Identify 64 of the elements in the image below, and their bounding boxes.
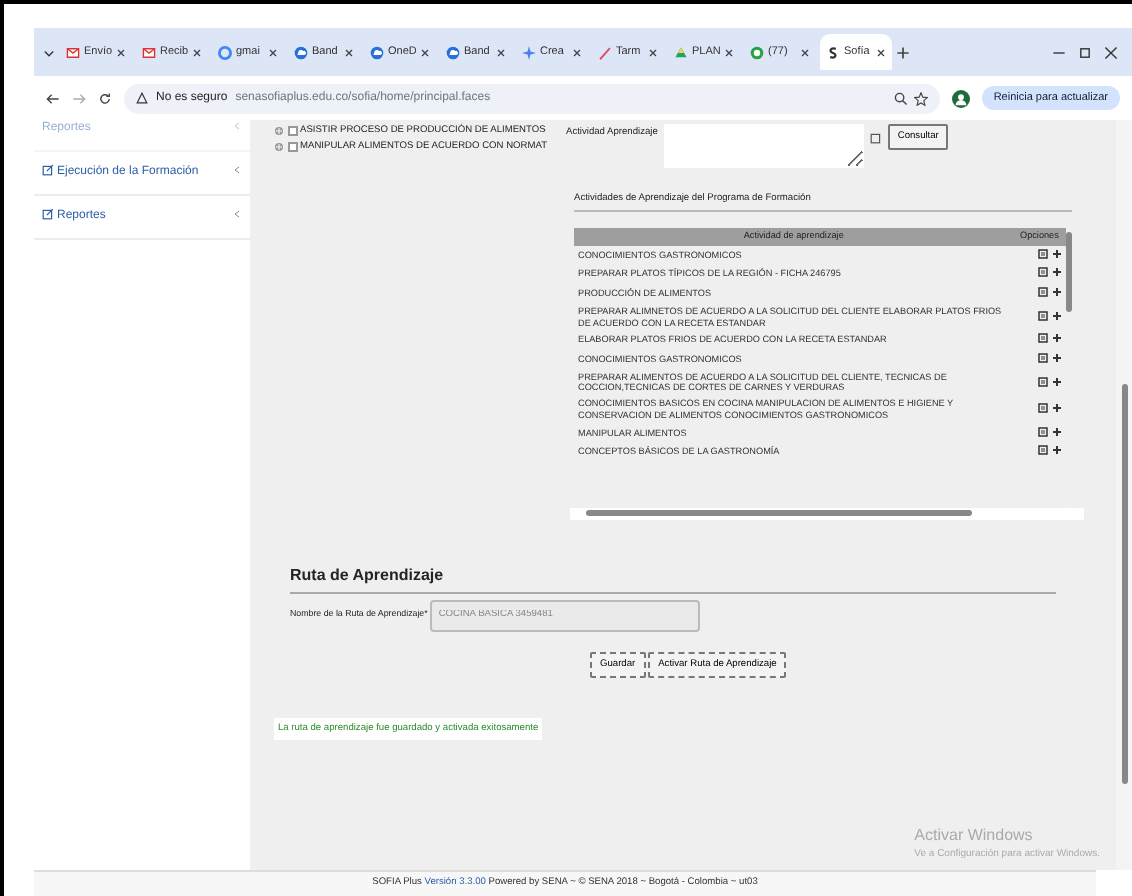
close-icon[interactable]: [496, 47, 506, 57]
plus-icon[interactable]: [1051, 266, 1062, 279]
close-icon[interactable]: [648, 47, 658, 57]
chevron-icon: [232, 120, 242, 132]
warning-icon: [136, 92, 148, 104]
plus-icon[interactable]: [1051, 375, 1062, 388]
edit-icon: [42, 208, 54, 220]
document-icon[interactable]: [1038, 266, 1049, 279]
mail-icon: [142, 45, 156, 59]
pen-icon: [598, 45, 612, 59]
zoom-icon[interactable]: [893, 91, 908, 105]
document-icon[interactable]: [1038, 351, 1049, 364]
plus-icon[interactable]: [1051, 402, 1062, 415]
plus-icon[interactable]: [1051, 332, 1062, 345]
site-logo-icon: [826, 45, 840, 59]
chat-icon: [750, 45, 764, 59]
page-scrollbar[interactable]: [1116, 120, 1132, 870]
triangle-icon: [674, 45, 688, 59]
bookmark-star-icon[interactable]: [913, 91, 928, 105]
chevron-icon: [232, 208, 242, 220]
document-icon[interactable]: [1038, 425, 1049, 438]
horizontal-scrollbar[interactable]: [570, 507, 1084, 520]
close-icon[interactable]: [344, 47, 354, 57]
cloud-icon: [294, 45, 308, 59]
sparkle-icon: [522, 45, 536, 59]
document-icon[interactable]: [1038, 375, 1049, 388]
checkbox[interactable]: [287, 125, 297, 136]
close-icon[interactable]: [192, 47, 202, 57]
close-icon[interactable]: [420, 47, 430, 57]
close-icon[interactable]: [268, 47, 278, 57]
edit-icon: [42, 164, 54, 176]
cloud-icon: [446, 45, 460, 59]
plus-icon[interactable]: [1051, 444, 1062, 457]
close-icon[interactable]: [800, 47, 810, 57]
plus-icon[interactable]: [1051, 247, 1062, 260]
checkbox[interactable]: [287, 142, 297, 153]
document-icon[interactable]: [1038, 332, 1049, 345]
activation-title: Activar Windows: [914, 823, 1035, 847]
back-icon[interactable]: [46, 91, 60, 105]
document-icon[interactable]: [1038, 402, 1049, 415]
close-icon[interactable]: [724, 47, 734, 57]
restore-icon[interactable]: [1078, 45, 1092, 59]
avatar-icon[interactable]: [951, 89, 970, 107]
document-icon[interactable]: [1038, 444, 1049, 457]
letter-g-icon: [218, 45, 232, 59]
calendar-icon[interactable]: [869, 131, 882, 143]
document-icon[interactable]: [1038, 309, 1049, 322]
close-icon[interactable]: [1104, 45, 1118, 59]
plus-icon[interactable]: [896, 45, 910, 59]
caret-icon[interactable]: [42, 45, 56, 59]
cloud-icon: [370, 45, 384, 59]
document-icon[interactable]: [1038, 247, 1049, 260]
close-icon[interactable]: [572, 47, 582, 57]
plus-icon[interactable]: [1051, 309, 1062, 322]
plus-icon[interactable]: [1051, 286, 1062, 299]
document-icon[interactable]: [1038, 286, 1049, 299]
close-icon[interactable]: [116, 47, 126, 57]
plus-icon[interactable]: [1051, 351, 1062, 364]
mail-icon: [66, 45, 80, 59]
section-heading: Ruta de Aprendizaje: [290, 563, 1056, 594]
plus-icon[interactable]: [1051, 425, 1062, 438]
close-icon[interactable]: [876, 47, 886, 57]
chevron-icon: [232, 164, 242, 176]
reload-icon[interactable]: [98, 91, 112, 105]
